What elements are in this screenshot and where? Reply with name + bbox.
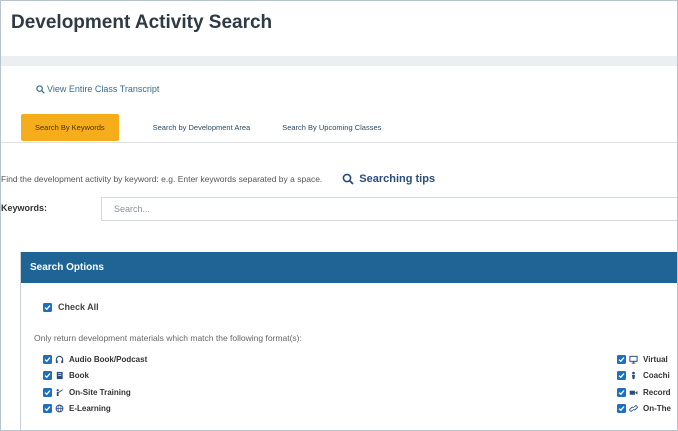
format-label: Coachi xyxy=(643,371,670,381)
format-checkbox[interactable] xyxy=(43,371,52,381)
format-checkbox[interactable] xyxy=(43,354,52,364)
video-icon xyxy=(628,387,639,398)
format-coaching[interactable]: Coachi xyxy=(617,368,671,385)
format-list-right: Virtual Coachi Record On-The xyxy=(617,351,671,417)
format-checkbox[interactable] xyxy=(43,387,52,397)
check-all-option[interactable]: Check All xyxy=(43,302,99,312)
tab-search-by-upcoming-classes[interactable]: Search By Upcoming Classes xyxy=(266,114,397,141)
tab-search-by-keywords[interactable]: Search By Keywords xyxy=(21,114,119,141)
search-hint-text: Find the development activity by keyword… xyxy=(1,174,323,184)
format-label: On-The xyxy=(643,404,671,414)
search-options-header[interactable]: Search Options xyxy=(21,252,677,283)
check-all-checkbox[interactable] xyxy=(43,302,52,312)
search-hint-row: Find the development activity by keyword… xyxy=(1,173,435,185)
search-options-panel: Search Options Check All Only return dev… xyxy=(20,252,677,430)
view-transcript-link[interactable]: View Entire Class Transcript xyxy=(36,84,159,94)
format-recorded[interactable]: Record xyxy=(617,384,671,401)
format-checkbox[interactable] xyxy=(617,387,626,397)
format-checkbox[interactable] xyxy=(617,354,626,364)
globe-icon xyxy=(54,403,65,414)
format-label: On-Site Training xyxy=(69,387,131,397)
headphones-icon xyxy=(54,354,65,365)
format-checkbox[interactable] xyxy=(43,404,52,414)
format-label: Book xyxy=(69,371,89,381)
header-divider-strip xyxy=(1,56,677,66)
searching-tips-label: Searching tips xyxy=(359,173,436,185)
format-label: Record xyxy=(643,387,671,397)
keywords-label: Keywords: xyxy=(1,203,48,213)
format-label: Audio Book/Podcast xyxy=(69,354,148,364)
format-checkbox[interactable] xyxy=(617,371,626,381)
format-label: E-Learning xyxy=(69,404,111,414)
page-title: Development Activity Search xyxy=(11,12,273,33)
book-icon xyxy=(54,370,65,381)
format-list-left: Audio Book/Podcast Book On-Site Training… xyxy=(43,351,147,417)
search-icon xyxy=(36,84,45,94)
coach-icon xyxy=(628,370,639,381)
keywords-search-input[interactable] xyxy=(101,197,677,221)
app-frame: Development Activity Search View Entire … xyxy=(0,0,678,431)
check-all-label: Check All xyxy=(58,302,99,312)
format-checkbox[interactable] xyxy=(617,404,626,414)
format-virtual[interactable]: Virtual xyxy=(617,351,671,368)
searching-tips-link[interactable]: Searching tips xyxy=(342,173,435,185)
format-audio-book-podcast[interactable]: Audio Book/Podcast xyxy=(43,351,147,368)
view-transcript-label: View Entire Class Transcript xyxy=(47,84,160,94)
title-bar: Development Activity Search xyxy=(1,1,677,45)
format-instruction-text: Only return development materials which … xyxy=(34,333,302,343)
format-book[interactable]: Book xyxy=(43,368,147,385)
search-icon xyxy=(342,173,354,185)
presenter-icon xyxy=(54,387,65,398)
tab-search-by-development-area[interactable]: Search by Development Area xyxy=(137,114,267,141)
link-icon xyxy=(628,403,639,414)
format-e-learning[interactable]: E-Learning xyxy=(43,401,147,418)
tabs-divider xyxy=(1,142,677,143)
monitor-icon xyxy=(628,354,639,365)
format-on-site-training[interactable]: On-Site Training xyxy=(43,384,147,401)
format-label: Virtual xyxy=(643,354,668,364)
format-on-the-job[interactable]: On-The xyxy=(617,401,671,418)
search-tabs: Search By Keywords Search by Development… xyxy=(21,114,397,141)
